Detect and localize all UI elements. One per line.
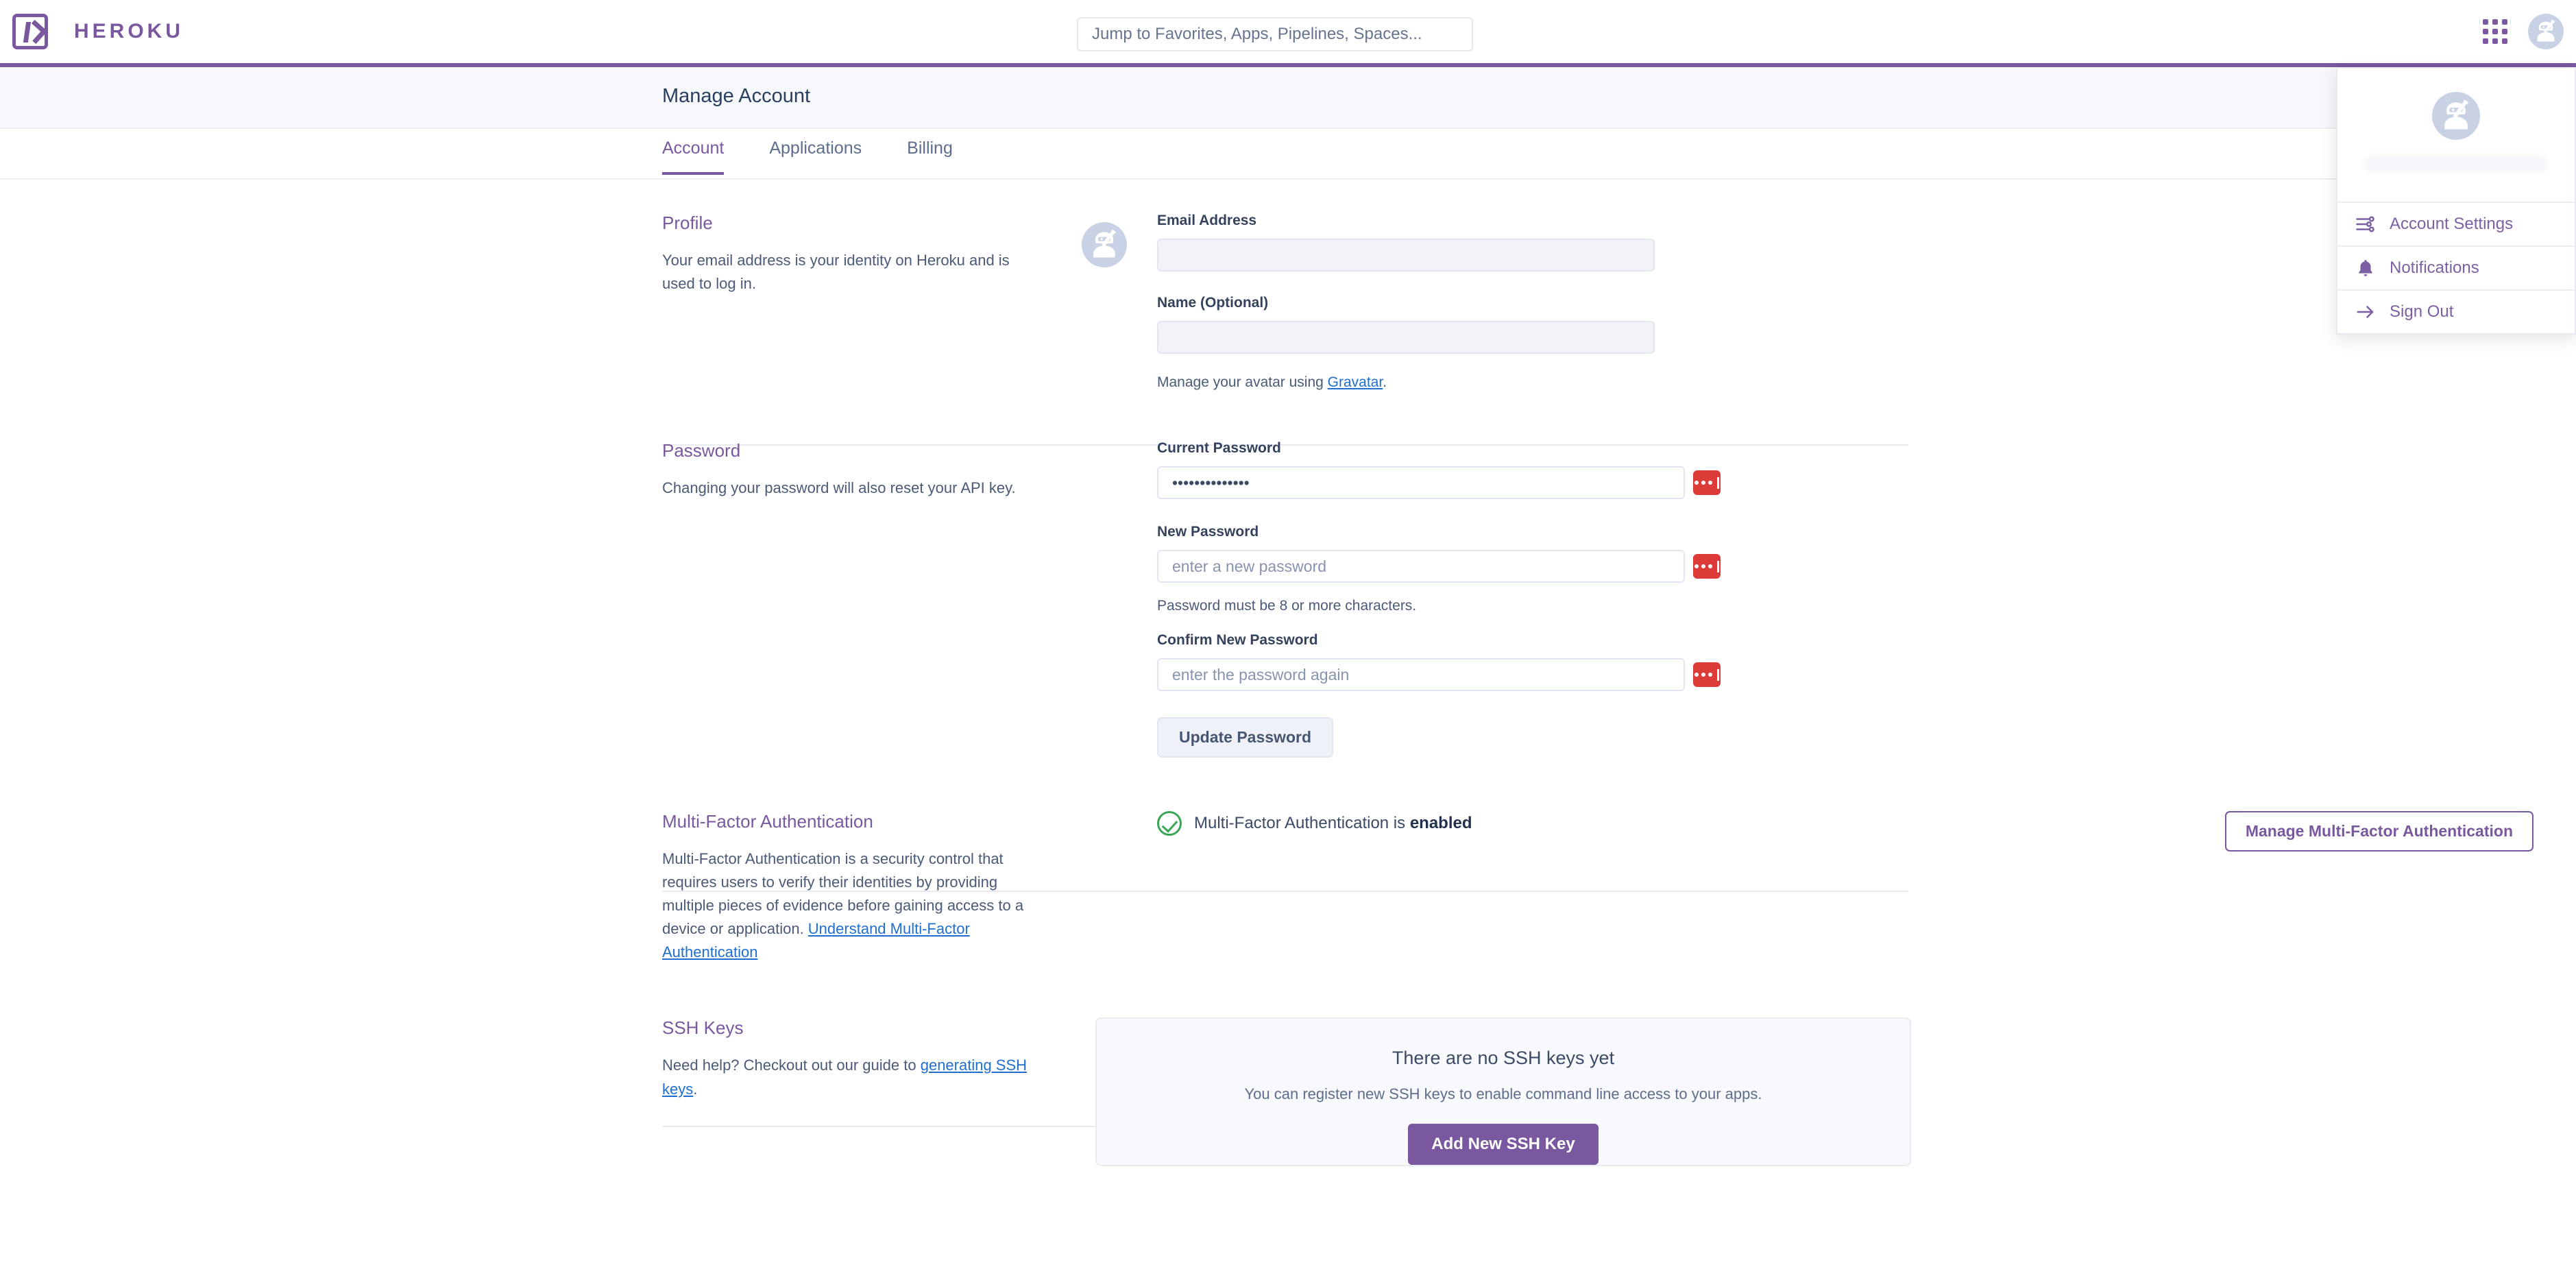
tab-bar: Account Applications Billing <box>0 130 2576 180</box>
heroku-logo-icon <box>12 14 48 49</box>
ssh-description-suffix: . <box>693 1080 698 1098</box>
ssh-description: Need help? Checkout out our guide to gen… <box>662 1054 1041 1100</box>
menu-item-label: Sign Out <box>2390 302 2454 321</box>
new-password-label: New Password <box>1157 524 1259 540</box>
confirm-password-field[interactable] <box>1157 658 1685 691</box>
password-form: Current Password New Password Password m… <box>1082 440 2576 758</box>
arrow-right-icon <box>2357 306 2374 318</box>
add-new-ssh-key-button[interactable]: Add New SSH Key <box>1408 1124 1599 1166</box>
update-password-button[interactable]: Update Password <box>1157 717 1333 758</box>
dropdown-identity <box>2337 69 2575 203</box>
confirm-password-label: Confirm New Password <box>1157 632 1318 648</box>
menu-item-label: Notifications <box>2390 258 2479 277</box>
password-rule-text: Password must be 8 or more characters. <box>1157 598 1417 614</box>
password-heading: Password <box>662 440 741 461</box>
ssh-section-left: SSH Keys Need help? Checkout out our gui… <box>662 1017 1082 1166</box>
mfa-section-left: Multi-Factor Authentication Multi-Factor… <box>662 811 1082 964</box>
manage-mfa-button[interactable]: Manage Multi-Factor Authentication <box>2224 811 2534 852</box>
dropdown-username-redacted <box>2364 155 2548 173</box>
search-input[interactable] <box>1078 25 1472 44</box>
profile-avatar <box>1082 222 1127 267</box>
bell-icon <box>2359 260 2372 276</box>
ninja-avatar-icon <box>2444 99 2469 130</box>
ninja-avatar-icon <box>2537 19 2555 42</box>
jump-to-search[interactable] <box>1077 17 1473 51</box>
mfa-status-text: Multi-Factor Authentication is enabled <box>1194 814 1472 833</box>
gravatar-note-prefix: Manage your avatar using <box>1157 374 1328 390</box>
tab-account[interactable]: Account <box>662 130 725 175</box>
account-dropdown-menu: Account Settings Notifications Sign Out <box>2336 69 2576 335</box>
password-manager-icon[interactable] <box>1693 554 1721 579</box>
mfa-status-value: enabled <box>1409 814 1472 832</box>
check-circle-icon <box>1157 811 1182 836</box>
ssh-description-prefix: Need help? Checkout out our guide to <box>662 1057 921 1074</box>
page-title: Manage Account <box>662 85 811 107</box>
mfa-status-prefix: Multi-Factor Authentication is <box>1194 814 1410 832</box>
menu-item-sign-out[interactable]: Sign Out <box>2337 291 2575 333</box>
new-password-field[interactable] <box>1157 550 1685 583</box>
mfa-heading: Multi-Factor Authentication <box>662 811 873 832</box>
profile-section: Profile Your email address is your ident… <box>0 180 2576 391</box>
ssh-keys-section: SSH Keys Need help? Checkout out our gui… <box>0 964 2576 1167</box>
topbar-right-controls <box>2483 0 2564 63</box>
profile-heading: Profile <box>662 213 713 233</box>
top-navigation-bar: HEROKU <box>0 0 2576 67</box>
password-manager-icon[interactable] <box>1693 470 1721 495</box>
ssh-empty-state-wrap: There are no SSH keys yet You can regist… <box>1082 1017 2576 1167</box>
current-password-label: Current Password <box>1157 440 1281 456</box>
password-description: Changing your password will also reset y… <box>662 479 1016 496</box>
mfa-status-row: Multi-Factor Authentication is enabled M… <box>1082 811 2576 964</box>
heroku-brand[interactable]: HEROKU <box>7 14 184 49</box>
email-field[interactable] <box>1157 239 1655 272</box>
gravatar-note: Manage your avatar using Gravatar. <box>1157 374 1655 391</box>
profile-description: Your email address is your identity on H… <box>662 252 1010 293</box>
email-label: Email Address <box>1157 213 1257 228</box>
mfa-description: Multi-Factor Authentication is a securit… <box>662 847 1041 964</box>
gravatar-note-suffix: . <box>1383 374 1387 390</box>
ninja-avatar-icon <box>1093 229 1117 258</box>
app-grid-icon[interactable] <box>2483 19 2507 44</box>
gravatar-link[interactable]: Gravatar <box>1328 374 1383 390</box>
name-label: Name (Optional) <box>1157 295 1269 311</box>
avatar[interactable] <box>2528 14 2564 49</box>
password-manager-icon[interactable] <box>1693 662 1721 687</box>
ssh-empty-state-panel: There are no SSH keys yet You can regist… <box>1095 1017 1911 1167</box>
heroku-wordmark: HEROKU <box>74 20 184 43</box>
ssh-empty-title: There are no SSH keys yet <box>1392 1048 1615 1069</box>
password-section: Password Changing your password will als… <box>0 391 2576 758</box>
tab-applications[interactable]: Applications <box>769 130 862 175</box>
mfa-section: Multi-Factor Authentication Multi-Factor… <box>0 758 2576 964</box>
name-field[interactable] <box>1157 321 1655 354</box>
sliders-icon <box>2356 216 2374 232</box>
ssh-empty-subtitle: You can register new SSH keys to enable … <box>1244 1085 1762 1103</box>
current-password-field[interactable] <box>1157 466 1685 499</box>
ssh-heading: SSH Keys <box>662 1017 744 1039</box>
avatar <box>2432 92 2480 140</box>
menu-item-label: Account Settings <box>2390 215 2514 233</box>
password-section-left: Password Changing your password will als… <box>662 440 1082 758</box>
profile-section-left: Profile Your email address is your ident… <box>662 213 1082 391</box>
tabs: Account Applications Billing <box>662 130 998 175</box>
page-header-band: Manage Account <box>0 67 2576 129</box>
tab-billing[interactable]: Billing <box>907 130 953 175</box>
main-content: Profile Your email address is your ident… <box>0 180 2576 1167</box>
menu-item-account-settings[interactable]: Account Settings <box>2337 203 2575 247</box>
menu-item-notifications[interactable]: Notifications <box>2337 247 2575 291</box>
mfa-status: Multi-Factor Authentication is enabled <box>1157 811 1472 836</box>
